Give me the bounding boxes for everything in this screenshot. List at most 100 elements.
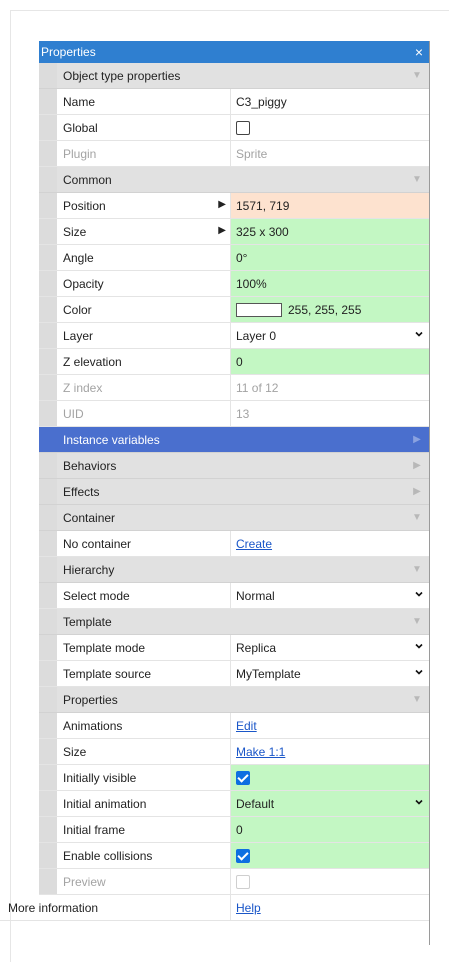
prop-label: Initial frame	[57, 817, 231, 842]
prop-row-size[interactable]: Size ▶ 325 x 300	[39, 219, 429, 245]
color-field[interactable]: 255, 255, 255	[231, 297, 429, 322]
prop-label: Angle	[57, 245, 231, 270]
prop-label: Preview	[57, 869, 231, 894]
layer-select[interactable]: Layer 0	[231, 323, 429, 348]
opacity-field[interactable]: 100%	[231, 271, 429, 296]
collapse-arrow-icon[interactable]: ▼	[405, 63, 429, 88]
prop-label: More information	[0, 895, 231, 920]
section-common[interactable]: Common ▼	[39, 167, 429, 193]
plugin-value: Sprite	[236, 146, 268, 161]
more-information-row[interactable]: More information Help	[0, 895, 429, 921]
panel-titlebar: Properties ×	[39, 41, 429, 63]
expand-arrow-icon[interactable]: ▶	[405, 427, 429, 452]
collapse-arrow-icon[interactable]: ▼	[405, 505, 429, 530]
prop-row-plugin: Plugin Sprite	[39, 141, 429, 167]
prop-row-zindex: Z index 11 of 12	[39, 375, 429, 401]
prop-row-color[interactable]: Color 255, 255, 255	[39, 297, 429, 323]
section-hierarchy[interactable]: Hierarchy ▼	[39, 557, 429, 583]
section-template[interactable]: Template ▼	[39, 609, 429, 635]
prop-label: No container	[57, 531, 231, 556]
prop-row-layer[interactable]: Layer Layer 0	[39, 323, 429, 349]
prop-row-uid: UID 13	[39, 401, 429, 427]
prop-label: Animations	[57, 713, 231, 738]
prop-label: Size ▶	[57, 219, 231, 244]
chevron-down-icon[interactable]	[415, 590, 423, 598]
section-label: Behaviors	[63, 458, 117, 473]
prop-row-preview: Preview	[39, 869, 429, 895]
section-label: Common	[63, 172, 112, 187]
angle-field[interactable]: 0°	[231, 245, 429, 270]
prop-label: UID	[57, 401, 231, 426]
section-label: Container	[63, 510, 116, 525]
prop-label: Size	[57, 739, 231, 764]
prop-row-initial-frame[interactable]: Initial frame 0	[39, 817, 429, 843]
template-source-select[interactable]: MyTemplate	[231, 661, 429, 686]
collapse-arrow-icon[interactable]: ▼	[405, 167, 429, 192]
prop-label: Template source	[57, 661, 231, 686]
section-label: Template	[63, 614, 112, 629]
prop-row-container[interactable]: No container Create	[39, 531, 429, 557]
prop-label: Plugin	[57, 141, 231, 166]
make-1-1-link[interactable]: Make 1:1	[236, 745, 285, 759]
section-behaviors[interactable]: Behaviors ▶	[39, 453, 429, 479]
expand-arrow-icon[interactable]: ▶	[218, 225, 226, 236]
panel-title: Properties	[41, 45, 96, 59]
close-icon[interactable]: ×	[415, 45, 423, 59]
prop-row-global[interactable]: Global	[39, 115, 429, 141]
preview-checkbox	[236, 874, 250, 889]
chevron-down-icon[interactable]	[415, 798, 423, 806]
expand-arrow-icon[interactable]: ▶	[405, 479, 429, 504]
expand-arrow-icon[interactable]: ▶	[218, 199, 226, 210]
select-mode-select[interactable]: Normal	[231, 583, 429, 608]
section-label: Properties	[63, 692, 118, 707]
prop-label: Enable collisions	[57, 843, 231, 868]
initial-frame-field[interactable]: 0	[231, 817, 429, 842]
section-effects[interactable]: Effects ▶	[39, 479, 429, 505]
global-checkbox[interactable]	[236, 120, 250, 135]
prop-row-template-mode[interactable]: Template mode Replica	[39, 635, 429, 661]
collapse-arrow-icon[interactable]: ▼	[405, 557, 429, 582]
chevron-down-icon[interactable]	[415, 330, 423, 338]
initial-animation-select[interactable]: Default	[231, 791, 429, 816]
prop-row-template-source[interactable]: Template source MyTemplate	[39, 661, 429, 687]
prop-label: Initial animation	[57, 791, 231, 816]
prop-row-animations[interactable]: Animations Edit	[39, 713, 429, 739]
collapse-arrow-icon[interactable]: ▼	[405, 687, 429, 712]
size-field[interactable]: 325 x 300	[231, 219, 429, 244]
z-elevation-field[interactable]: 0	[231, 349, 429, 374]
enable-collisions-checkbox[interactable]	[236, 848, 250, 863]
position-field[interactable]: 1571, 719	[231, 193, 429, 218]
chevron-down-icon[interactable]	[415, 668, 423, 676]
help-link[interactable]: Help	[236, 901, 261, 915]
expand-arrow-icon[interactable]: ▶	[405, 453, 429, 478]
prop-label: Z index	[57, 375, 231, 400]
color-swatch[interactable]	[236, 302, 282, 317]
prop-label: Opacity	[57, 271, 231, 296]
chevron-down-icon[interactable]	[415, 642, 423, 650]
prop-row-zelevation[interactable]: Z elevation 0	[39, 349, 429, 375]
create-container-link[interactable]: Create	[236, 537, 272, 551]
template-mode-select[interactable]: Replica	[231, 635, 429, 660]
edit-animations-link[interactable]: Edit	[236, 719, 257, 733]
section-properties[interactable]: Properties ▼	[39, 687, 429, 713]
prop-row-initially-visible[interactable]: Initially visible	[39, 765, 429, 791]
prop-label: Color	[57, 297, 231, 322]
prop-row-size-1to1[interactable]: Size Make 1:1	[39, 739, 429, 765]
prop-label: Position ▶	[57, 193, 231, 218]
section-label: Effects	[63, 484, 100, 499]
prop-label: Initially visible	[57, 765, 231, 790]
initially-visible-checkbox[interactable]	[236, 770, 250, 785]
prop-row-enable-collisions[interactable]: Enable collisions	[39, 843, 429, 869]
prop-row-angle[interactable]: Angle 0°	[39, 245, 429, 271]
prop-row-name[interactable]: Name C3_piggy	[39, 89, 429, 115]
prop-row-initial-animation[interactable]: Initial animation Default	[39, 791, 429, 817]
prop-row-position[interactable]: Position ▶ 1571, 719	[39, 193, 429, 219]
prop-row-opacity[interactable]: Opacity 100%	[39, 271, 429, 297]
section-instance-variables[interactable]: Instance variables ▶	[39, 427, 429, 453]
section-container[interactable]: Container ▼	[39, 505, 429, 531]
section-object-type[interactable]: Object type properties ▼	[39, 63, 429, 89]
collapse-arrow-icon[interactable]: ▼	[405, 609, 429, 634]
name-field[interactable]: C3_piggy	[231, 89, 429, 114]
prop-label: Z elevation	[57, 349, 231, 374]
prop-row-select-mode[interactable]: Select mode Normal	[39, 583, 429, 609]
